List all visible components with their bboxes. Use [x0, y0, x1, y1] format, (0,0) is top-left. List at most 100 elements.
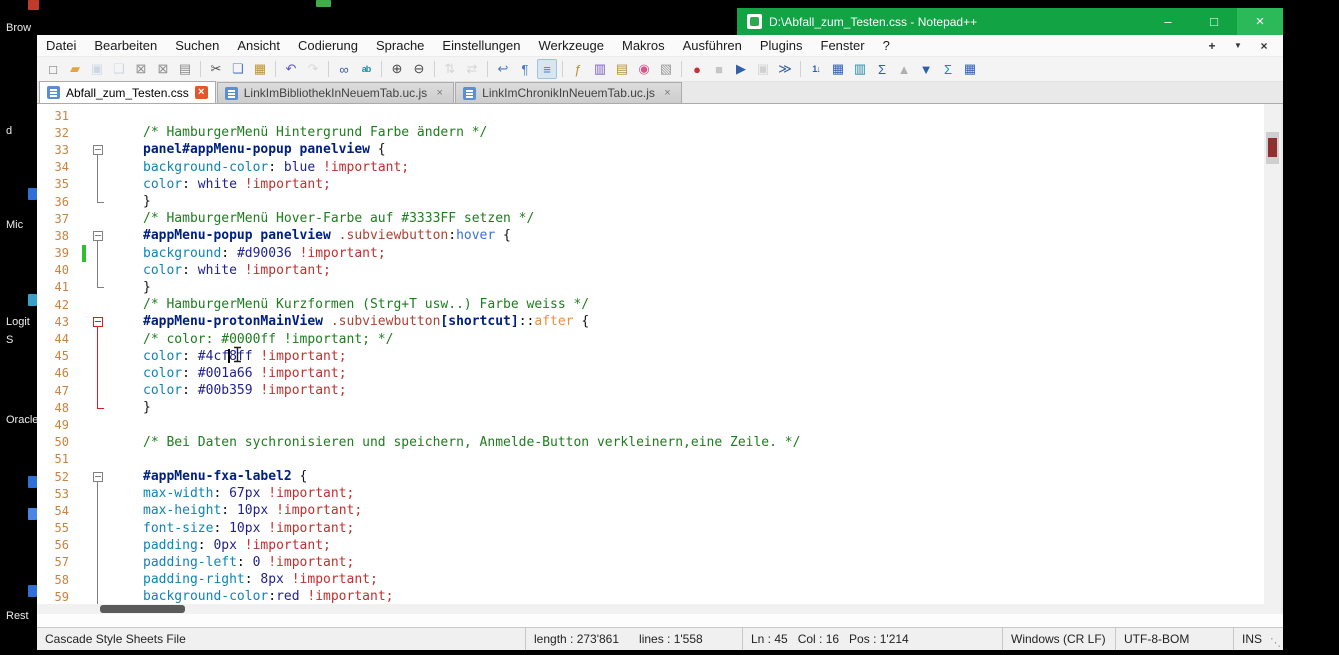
- code-text[interactable]: /* HamburgerMenü Hintergrund Farbe änder…: [109, 125, 487, 140]
- copy-icon[interactable]: ❏: [228, 59, 248, 79]
- fold-collapse-icon[interactable]: [93, 145, 103, 155]
- code-line-46[interactable]: 46color: #001a66 !important;: [37, 365, 1264, 382]
- desktop-icon-label[interactable]: Rest: [6, 610, 29, 622]
- fold-collapse-icon[interactable]: [93, 472, 103, 482]
- menu-werkzeuge[interactable]: Werkzeuge: [529, 35, 613, 56]
- vertical-scrollbar[interactable]: [1264, 104, 1281, 614]
- menu-codierung[interactable]: Codierung: [289, 35, 367, 56]
- code-text[interactable]: #appMenu-popup panelview .subviewbutton:…: [109, 228, 511, 243]
- code-text[interactable]: /* color: #0000ff !important; */: [109, 332, 393, 347]
- code-line-45[interactable]: 45color: #4cf8ff !important;: [37, 348, 1264, 365]
- resize-grip[interactable]: ⋱: [1267, 628, 1283, 650]
- redo-icon[interactable]: ↷: [303, 59, 323, 79]
- undo-icon[interactable]: ↶: [281, 59, 301, 79]
- cut-icon[interactable]: ✂: [206, 59, 226, 79]
- fold-collapse-icon[interactable]: [93, 317, 103, 327]
- code-text[interactable]: padding-right: 8px !important;: [109, 572, 378, 587]
- code-text[interactable]: max-height: 10px !important;: [109, 503, 362, 518]
- code-text[interactable]: padding-left: 0 !important;: [109, 555, 354, 570]
- code-text[interactable]: color: #00b359 !important;: [109, 383, 347, 398]
- paste-icon[interactable]: ▦: [250, 59, 270, 79]
- code-text[interactable]: #appMenu-protonMainView .subviewbutton[s…: [109, 314, 589, 329]
- menu-einstellungen[interactable]: Einstellungen: [433, 35, 529, 56]
- word-wrap-icon[interactable]: ↩: [493, 59, 513, 79]
- code-text[interactable]: }: [109, 280, 151, 295]
- code-text[interactable]: /* Bei Daten sychronisieren und speicher…: [109, 435, 800, 450]
- macro-stop-icon[interactable]: ■: [709, 59, 729, 79]
- code-line-55[interactable]: 55font-size: 10px !important;: [37, 520, 1264, 537]
- menu-help[interactable]: ?: [874, 35, 899, 56]
- indent-guide-icon[interactable]: ≡: [537, 59, 557, 79]
- code-text[interactable]: padding: 0px !important;: [109, 538, 331, 553]
- zoom-out-icon[interactable]: ⊖: [409, 59, 429, 79]
- menu-plugins[interactable]: Plugins: [751, 35, 812, 56]
- code-text[interactable]: }: [109, 400, 151, 415]
- sync-vertical-scroll-icon[interactable]: ⇅: [440, 59, 460, 79]
- code-text[interactable]: /* HamburgerMenü Kurzformen (Strg+T usw.…: [109, 297, 589, 312]
- code-line-33[interactable]: 33panel#appMenu-popup panelview {: [37, 141, 1264, 158]
- code-line-57[interactable]: 57padding-left: 0 !important;: [37, 554, 1264, 571]
- code-line-49[interactable]: 49: [37, 416, 1264, 433]
- horizontal-scrollbar[interactable]: [37, 604, 1264, 614]
- print-icon[interactable]: ▤: [175, 59, 195, 79]
- replace-icon[interactable]: ab: [356, 59, 376, 79]
- grid-view-icon[interactable]: ▦: [828, 59, 848, 79]
- tab-close-icon[interactable]: ×: [661, 87, 674, 100]
- close-all-icon[interactable]: ⊠: [153, 59, 173, 79]
- code-line-31[interactable]: 31: [37, 107, 1264, 124]
- code-text[interactable]: color: #4cf8ff !important;: [109, 349, 347, 364]
- code-line-52[interactable]: 52#appMenu-fxa-label2 {: [37, 468, 1264, 485]
- save-all-icon[interactable]: ❏: [109, 59, 129, 79]
- sum-tool-2-icon[interactable]: Σ: [938, 59, 958, 79]
- sync-horizontal-scroll-icon[interactable]: ⇄: [462, 59, 482, 79]
- desktop-icon-label[interactable]: Mic: [6, 219, 23, 231]
- code-text[interactable]: color: white !important;: [109, 263, 331, 278]
- code-line-50[interactable]: 50/* Bei Daten sychronisieren und speich…: [37, 434, 1264, 451]
- tab-1[interactable]: Abfall_zum_Testen.css×: [39, 81, 216, 103]
- menu-bearbeiten[interactable]: Bearbeiten: [85, 35, 166, 56]
- code-line-40[interactable]: 40color: white !important;: [37, 262, 1264, 279]
- code-text[interactable]: background-color:red !important;: [109, 589, 393, 604]
- tab-2[interactable]: LinkImBibliothekInNeuemTab.uc.js×: [217, 82, 454, 103]
- code-line-41[interactable]: 41}: [37, 279, 1264, 296]
- code-text[interactable]: color: white !important;: [109, 177, 331, 192]
- code-text[interactable]: max-width: 67px !important;: [109, 486, 354, 501]
- tab-close-icon[interactable]: ×: [433, 87, 446, 100]
- code-text[interactable]: panel#appMenu-popup panelview {: [109, 142, 386, 157]
- function-list-icon[interactable]: ƒ: [568, 59, 588, 79]
- save-file-icon[interactable]: ▣: [87, 59, 107, 79]
- code-text[interactable]: }: [109, 194, 151, 209]
- document-list-icon[interactable]: ▤: [612, 59, 632, 79]
- code-line-35[interactable]: 35color: white !important;: [37, 176, 1264, 193]
- code-line-56[interactable]: 56padding: 0px !important;: [37, 537, 1264, 554]
- desktop-icon-label[interactable]: S: [6, 334, 13, 346]
- maximize-button[interactable]: □: [1191, 8, 1237, 35]
- code-text[interactable]: background-color: blue !important;: [109, 160, 409, 175]
- close-file-icon[interactable]: ⊠: [131, 59, 151, 79]
- status-encoding[interactable]: UTF-8-BOM: [1115, 628, 1233, 650]
- title-bar[interactable]: D:\Abfall_zum_Testen.css - Notepad++ – □…: [737, 8, 1283, 35]
- menu-ausführen[interactable]: Ausführen: [674, 35, 751, 56]
- macro-play-icon[interactable]: ▶: [731, 59, 751, 79]
- code-line-59[interactable]: 59background-color:red !important;: [37, 588, 1264, 604]
- code-text[interactable]: font-size: 10px !important;: [109, 521, 354, 536]
- code-text[interactable]: /* HamburgerMenü Hover-Farbe auf #3333FF…: [109, 211, 534, 226]
- menu-fenster[interactable]: Fenster: [812, 35, 874, 56]
- grid-view-2-icon[interactable]: ▦: [960, 59, 980, 79]
- macro-run-multiple-icon[interactable]: ≫: [775, 59, 795, 79]
- desktop-icon-label[interactable]: Oracle: [6, 414, 38, 426]
- code-line-44[interactable]: 44/* color: #0000ff !important; */: [37, 330, 1264, 347]
- sort-ascending-icon[interactable]: ▲: [894, 59, 914, 79]
- zoom-in-icon[interactable]: ⊕: [387, 59, 407, 79]
- code-line-42[interactable]: 42/* HamburgerMenü Kurzformen (Strg+T us…: [37, 296, 1264, 313]
- code-text[interactable]: #appMenu-fxa-label2 {: [109, 469, 307, 484]
- code-line-53[interactable]: 53max-width: 67px !important;: [37, 485, 1264, 502]
- file-monitoring-icon[interactable]: ◉: [634, 59, 654, 79]
- status-insert-mode[interactable]: INS: [1233, 628, 1267, 650]
- tab-close-icon[interactable]: ×: [195, 86, 208, 99]
- show-all-characters-icon[interactable]: ¶: [515, 59, 535, 79]
- menu-sprache[interactable]: Sprache: [367, 35, 433, 56]
- menu-makros[interactable]: Makros: [613, 35, 674, 56]
- desktop-icon-label[interactable]: Logit: [6, 316, 30, 328]
- code-line-39[interactable]: 39background: #d90036 !important;: [37, 245, 1264, 262]
